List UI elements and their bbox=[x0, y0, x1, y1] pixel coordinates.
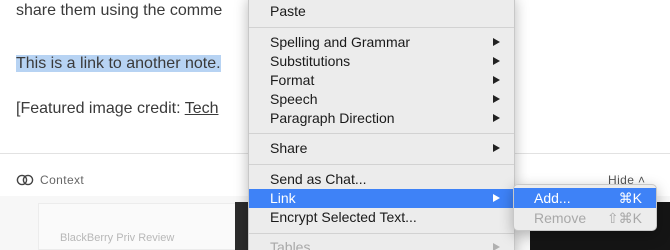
menu-item-tables[interactable]: Tables bbox=[249, 238, 514, 250]
menu-separator bbox=[249, 164, 514, 165]
context-icon bbox=[16, 174, 34, 186]
menu-item-label: Substitutions bbox=[270, 53, 351, 69]
submenu-arrow-icon bbox=[493, 57, 500, 65]
credit-prefix: [Featured image credit: bbox=[16, 100, 185, 117]
submenu-arrow-icon bbox=[493, 194, 500, 202]
menu-item-spelling[interactable]: Spelling and Grammar bbox=[249, 33, 514, 52]
menu-item-label: Paste bbox=[270, 3, 306, 19]
menu-item-paste[interactable]: Paste bbox=[249, 2, 514, 21]
menu-separator bbox=[249, 233, 514, 234]
menu-item-format[interactable]: Format bbox=[249, 71, 514, 90]
menu-item-share[interactable]: Share bbox=[249, 139, 514, 158]
submenu-arrow-icon bbox=[493, 114, 500, 122]
menu-item-label: Tables bbox=[270, 239, 311, 250]
credit-link[interactable]: Tech bbox=[185, 100, 219, 117]
context-bar[interactable]: Context bbox=[16, 173, 84, 187]
submenu-item-add[interactable]: Add... ⌘K bbox=[514, 188, 656, 208]
menu-item-send-as-chat[interactable]: Send as Chat... bbox=[249, 170, 514, 189]
featured-credit-line: [Featured image credit: Tech bbox=[16, 100, 218, 118]
menu-item-label: Format bbox=[270, 72, 315, 88]
submenu-arrow-icon bbox=[493, 38, 500, 46]
menu-separator bbox=[249, 133, 514, 134]
submenu-arrow-icon bbox=[493, 95, 500, 103]
menu-item-link[interactable]: Link bbox=[249, 189, 514, 208]
note-link-line[interactable]: This is a link to another note. bbox=[16, 55, 221, 73]
menu-item-label: Send as Chat... bbox=[270, 171, 367, 187]
submenu-item-remove[interactable]: Remove ⇧⌘K bbox=[514, 208, 656, 228]
context-menu: Paste Spelling and Grammar Substitutions… bbox=[248, 0, 515, 250]
menu-item-label: Link bbox=[270, 190, 296, 206]
menu-item-substitutions[interactable]: Substitutions bbox=[249, 52, 514, 71]
menu-item-label: Spelling and Grammar bbox=[270, 34, 411, 50]
submenu-arrow-icon bbox=[493, 76, 500, 84]
note-text-line: share them using the comme bbox=[16, 2, 223, 19]
menu-item-speech[interactable]: Speech bbox=[249, 90, 514, 109]
keyboard-shortcut: ⌘K bbox=[618, 190, 642, 206]
menu-item-encrypt[interactable]: Encrypt Selected Text... bbox=[249, 208, 514, 227]
menu-item-label: Speech bbox=[270, 91, 318, 107]
menu-item-label: Paragraph Direction bbox=[270, 110, 395, 126]
menu-item-label: Encrypt Selected Text... bbox=[270, 209, 417, 225]
submenu-item-label: Remove bbox=[534, 210, 587, 226]
menu-item-label: Share bbox=[270, 140, 308, 156]
context-label: Context bbox=[40, 173, 85, 187]
link-submenu: Add... ⌘K Remove ⇧⌘K bbox=[513, 184, 657, 231]
menu-separator bbox=[249, 27, 514, 28]
selected-text[interactable]: This is a link to another note. bbox=[16, 55, 221, 72]
submenu-arrow-icon bbox=[493, 144, 500, 152]
menu-item-paragraph-direction[interactable]: Paragraph Direction bbox=[249, 109, 514, 128]
submenu-arrow-icon bbox=[493, 243, 500, 250]
keyboard-shortcut: ⇧⌘K bbox=[606, 210, 642, 226]
submenu-item-label: Add... bbox=[534, 190, 571, 206]
related-note-title: BlackBerry Priv Review bbox=[60, 232, 175, 244]
